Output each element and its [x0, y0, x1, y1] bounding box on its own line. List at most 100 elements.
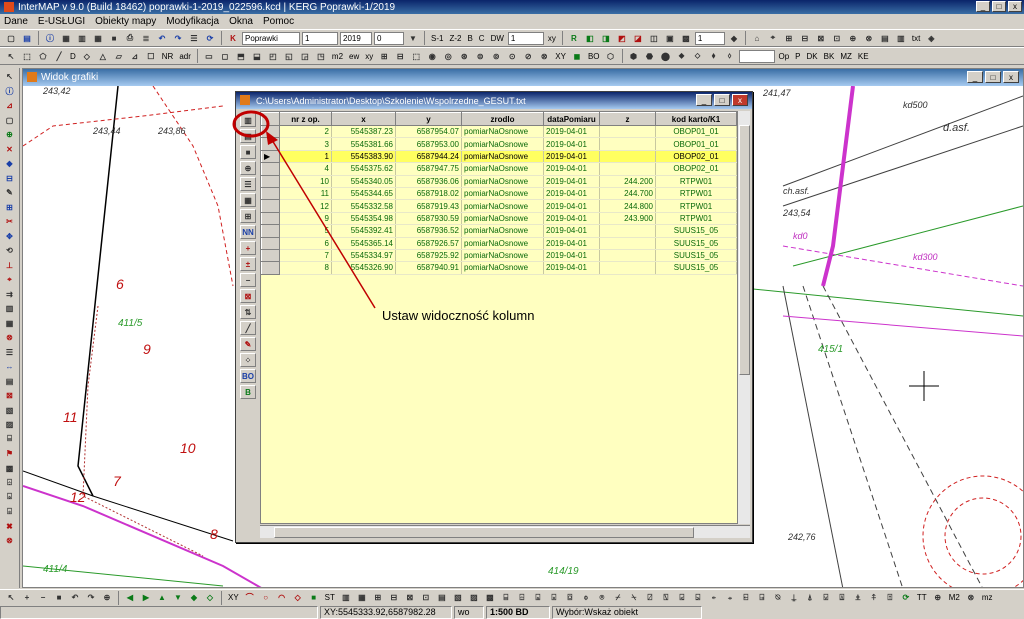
- down-arrow-icon[interactable]: ▼: [406, 31, 420, 45]
- tool-o-icon[interactable]: ⌻: [3, 505, 17, 519]
- table-cell[interactable]: [599, 125, 656, 139]
- tool-l-icon[interactable]: ▩: [3, 462, 17, 476]
- tool2-w-icon[interactable]: ⊘: [521, 49, 535, 63]
- table-cell[interactable]: 2019-04-01: [543, 261, 600, 275]
- tool2-b-icon[interactable]: △: [96, 49, 110, 63]
- table-cell[interactable]: 5545326.90: [331, 261, 396, 275]
- filter-field[interactable]: [738, 49, 775, 63]
- menu-pomoc[interactable]: Pomoc: [263, 16, 294, 27]
- row-header[interactable]: [261, 236, 280, 250]
- tool2-q-icon[interactable]: ◉: [425, 49, 439, 63]
- field-3[interactable]: 1: [507, 31, 544, 45]
- maximize-button[interactable]: □: [992, 1, 1006, 12]
- table-cell[interactable]: 2019-04-01: [543, 249, 600, 263]
- table-cell[interactable]: 11: [279, 187, 332, 201]
- tool-icon-s[interactable]: ◈: [924, 31, 938, 45]
- insert-icon[interactable]: ±: [240, 257, 256, 271]
- table-cell[interactable]: 5545387.23: [331, 125, 396, 139]
- info-tool-icon[interactable]: ⓘ: [3, 85, 17, 99]
- table-cell[interactable]: 5545340.05: [331, 175, 396, 188]
- row-header[interactable]: [261, 162, 280, 176]
- stop-icon[interactable]: ■: [52, 591, 66, 605]
- move-points-icon[interactable]: ⇅: [240, 305, 256, 319]
- back-icon[interactable]: ↶: [68, 591, 82, 605]
- tool-k-icon[interactable]: ⚑: [3, 447, 17, 461]
- kerg-icon[interactable]: K: [226, 31, 240, 45]
- table-cell[interactable]: pomiarNaOsnowe: [461, 125, 544, 139]
- pan-left-icon[interactable]: ◀: [123, 591, 137, 605]
- table-row[interactable]: 12 5545332.58 6587919.43 pomiarNaOsnowe 2019…: [261, 199, 737, 213]
- xy-big-button[interactable]: XY: [553, 52, 568, 61]
- tool-i-icon[interactable]: ▨: [3, 418, 17, 432]
- row-header-corner[interactable]: [261, 112, 280, 126]
- tool-j-icon[interactable]: ⌸: [3, 433, 17, 447]
- table-cell[interactable]: 243.900: [599, 212, 656, 226]
- tool-b16-icon[interactable]: ⌽: [579, 591, 593, 605]
- column-header[interactable]: nr z op.: [279, 112, 332, 126]
- tool2-d-icon[interactable]: ⊿: [128, 49, 142, 63]
- tool2-t-icon[interactable]: ⊜: [473, 49, 487, 63]
- tool2-s-icon[interactable]: ⊛: [457, 49, 471, 63]
- table-cell[interactable]: SUUS15_05: [655, 261, 737, 275]
- table-cell[interactable]: [599, 249, 656, 263]
- table-cell[interactable]: 5545392.41: [331, 224, 396, 238]
- table-cell[interactable]: 5545383.90: [331, 150, 396, 164]
- refresh-icon[interactable]: ⟳: [203, 31, 217, 45]
- cut-icon[interactable]: ✂: [3, 215, 17, 229]
- green-square-icon[interactable]: ■: [307, 591, 321, 605]
- tool-icon-c[interactable]: ◩: [615, 31, 629, 45]
- table-cell[interactable]: [599, 261, 656, 275]
- tool-icon-h[interactable]: ◆: [727, 31, 741, 45]
- tool2-y-icon[interactable]: ◼: [570, 49, 584, 63]
- fwd-icon[interactable]: ↷: [84, 591, 98, 605]
- table-cell[interactable]: 6: [279, 237, 332, 250]
- close-button[interactable]: x: [1008, 1, 1022, 12]
- table-cell[interactable]: 5545354.98: [331, 212, 396, 226]
- table-cell[interactable]: SUUS15_05: [655, 224, 737, 238]
- import-icon[interactable]: ⊕: [240, 161, 256, 175]
- table-cell[interactable]: 2019-04-01: [543, 199, 600, 213]
- tool2-e-icon[interactable]: ☐: [144, 49, 158, 63]
- table-row[interactable]: 11 5545344.65 6587918.02 pomiarNaOsnowe 2019…: [261, 186, 737, 201]
- add-icon[interactable]: +: [240, 241, 256, 255]
- table-cell[interactable]: pomiarNaOsnowe: [461, 237, 544, 250]
- mz-checkbox[interactable]: MZ: [838, 52, 854, 61]
- properties-icon[interactable]: ▦: [59, 31, 73, 45]
- table-cell[interactable]: 2019-04-01: [543, 212, 600, 226]
- split-icon[interactable]: ⊟: [3, 172, 17, 186]
- tool-icon-r[interactable]: ▥: [894, 31, 908, 45]
- row-header[interactable]: [261, 186, 280, 201]
- tool2-r-icon[interactable]: ◎: [441, 49, 455, 63]
- tool2-i-icon[interactable]: ⬓: [250, 49, 264, 63]
- table-cell[interactable]: 2019-04-01: [543, 237, 600, 250]
- tool-b17-icon[interactable]: ⌾: [595, 591, 609, 605]
- table-view-icon[interactable]: ⊞: [240, 209, 256, 223]
- dialog-maximize-button[interactable]: □: [714, 94, 730, 106]
- tool-icon-a[interactable]: ◧: [583, 31, 597, 45]
- row-header[interactable]: [261, 261, 280, 275]
- tt-button[interactable]: TT: [915, 593, 929, 602]
- tool2-ff-icon[interactable]: ⬧: [707, 49, 721, 63]
- layers-icon[interactable]: ≣: [139, 31, 153, 45]
- zoom-bottom-icon[interactable]: ⊕: [100, 591, 114, 605]
- table-cell[interactable]: [599, 237, 656, 250]
- tool2-h-icon[interactable]: ⬒: [234, 49, 248, 63]
- tool-b4-icon[interactable]: ⊟: [387, 591, 401, 605]
- table-cell[interactable]: OBOP01_01: [655, 137, 737, 151]
- save-icon[interactable]: ■: [107, 31, 121, 45]
- table-row[interactable]: 4 5545375.62 6587947.75 pomiarNaOsnowe 2019-…: [261, 162, 737, 176]
- tool-icon-i[interactable]: ⌂: [750, 31, 764, 45]
- tool-e-icon[interactable]: ↔: [3, 360, 17, 374]
- table-cell[interactable]: 5545334.97: [331, 249, 396, 263]
- table-row[interactable]: ▶ 1 5545383.90 6587944.24 pomiarNaOsnowe 2019…: [261, 149, 737, 164]
- table-cell[interactable]: pomiarNaOsnowe: [461, 199, 544, 213]
- tool2-m-icon[interactable]: ◳: [314, 49, 328, 63]
- table-cell[interactable]: 8: [279, 261, 332, 275]
- table-cell[interactable]: 2019-04-01: [543, 150, 600, 164]
- table-cell[interactable]: OBOP02_01: [655, 162, 737, 176]
- row-header[interactable]: ▶: [261, 149, 280, 164]
- open-folder-icon[interactable]: ▤: [20, 31, 34, 45]
- table-cell[interactable]: [599, 150, 656, 164]
- delete-all-icon[interactable]: ⊗: [3, 534, 17, 548]
- bk-checkbox[interactable]: BK: [822, 52, 837, 61]
